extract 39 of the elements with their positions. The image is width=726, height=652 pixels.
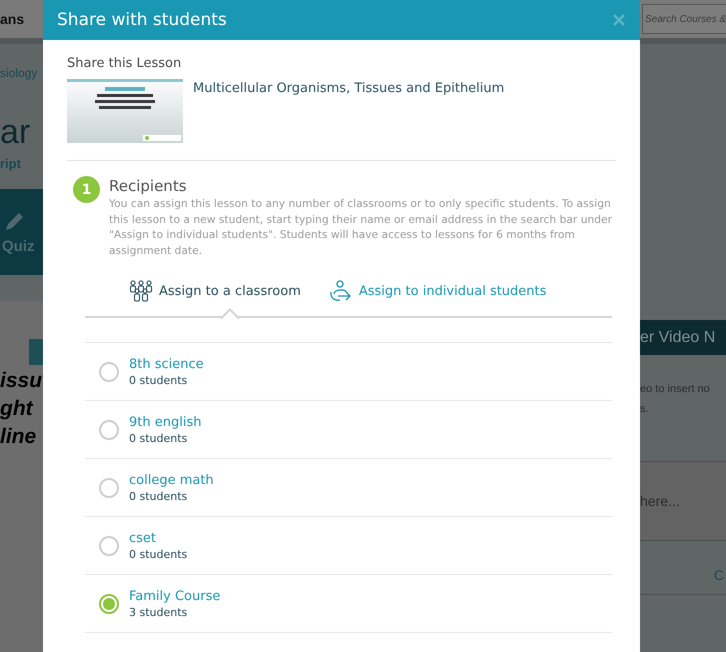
step-number: 1 [73, 176, 100, 203]
close-icon [612, 13, 626, 27]
student-count: 3 students [129, 606, 188, 618]
classroom-name[interactable]: 9th english [129, 414, 202, 430]
panel-text: eo to insert no [640, 382, 711, 397]
slide-text: ght [0, 396, 34, 422]
radio-button[interactable] [99, 536, 119, 556]
slide-text: issu [0, 368, 43, 394]
classroom-name[interactable]: college math [129, 472, 214, 488]
panel-title: er Video N [640, 320, 726, 355]
panel-text: s. [640, 402, 650, 417]
close-button[interactable] [612, 13, 626, 27]
radio-button[interactable] [99, 594, 119, 614]
quiz-button[interactable]: Quiz [0, 189, 43, 275]
dialog-title: Share with students [57, 10, 227, 30]
slide-text: line [0, 424, 38, 450]
radio-button[interactable] [99, 362, 119, 382]
note-field[interactable]: here... [640, 461, 726, 541]
student-count: 0 students [129, 548, 188, 560]
step-title: Recipients [109, 176, 188, 196]
student-count: 0 students [129, 374, 188, 386]
search-field[interactable]: Search Courses & [642, 4, 726, 34]
radio-button[interactable] [99, 420, 119, 440]
slide-icon [29, 339, 43, 365]
student-count: 0 students [129, 432, 188, 444]
classroom-name[interactable]: 8th science [129, 356, 204, 372]
classroom-name[interactable]: Family Course [129, 588, 220, 604]
person-arrow-icon [328, 280, 353, 302]
student-count: 0 students [129, 490, 188, 502]
section-label: Share this Lesson [67, 56, 182, 71]
group-icon [129, 280, 153, 302]
assign-tab[interactable]: Assign to a classroom [129, 280, 301, 302]
quiz-label: Quiz [2, 238, 36, 254]
classroom-name[interactable]: cset [129, 530, 188, 546]
lesson-title[interactable]: Multicellular Organisms, Tissues and Epithelium [193, 81, 504, 143]
radio-button[interactable] [99, 478, 119, 498]
page-heading: ar [0, 112, 32, 152]
step-description: You can assign this lesson to any number of classrooms or to only specific students. To assign this lesson to a new student, start typing their name or email address in the search bar under "Assign to individual students". Students will have access to lessons for 6 months from assignment date. [109, 196, 614, 258]
assign-tab[interactable]: Assign to individual students [328, 280, 546, 302]
